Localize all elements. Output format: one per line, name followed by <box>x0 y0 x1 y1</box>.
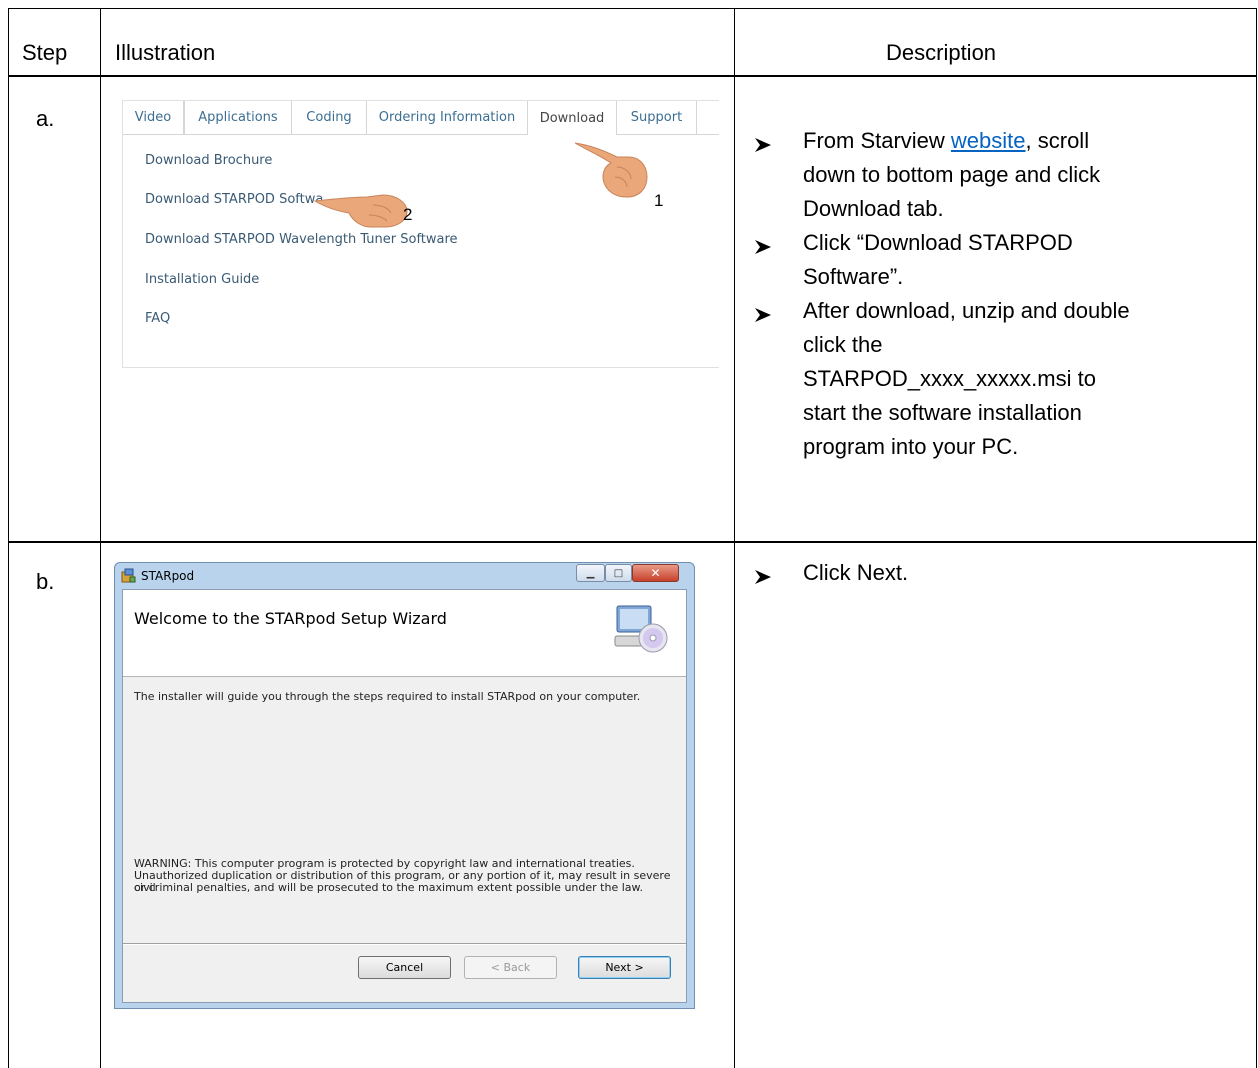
link-download-brochure[interactable]: Download Brochure <box>145 153 272 168</box>
link-download-wavelength-tuner[interactable]: Download STARPOD Wavelength Tuner Softwa… <box>145 232 458 247</box>
header-illustration: Illustration <box>115 40 216 65</box>
table-header-divider <box>8 75 1257 77</box>
bullet-1-line-3: Download tab. <box>803 196 944 221</box>
next-button[interactable]: Next > <box>578 956 671 979</box>
tab-download[interactable]: Download <box>527 101 617 135</box>
link-installation-guide[interactable]: Installation Guide <box>145 272 259 287</box>
description-a-bullet-1: From Starview website, scroll down to bo… <box>803 124 1100 226</box>
link-faq[interactable]: FAQ <box>145 311 170 326</box>
cancel-button[interactable]: Cancel <box>358 956 451 979</box>
website-screenshot: Video Applications Coding Ordering Infor… <box>122 100 719 368</box>
website-tab-bar: Video Applications Coding Ordering Infor… <box>123 101 719 135</box>
tab-bar-underline-left <box>123 134 527 135</box>
minimize-button[interactable]: ▁ <box>576 564 605 582</box>
bullet-3-line-3: STARPOD_xxxx_xxxxx.msi to <box>803 366 1096 391</box>
tab-support[interactable]: Support <box>616 101 697 135</box>
wizard-footer-separator <box>123 943 686 945</box>
tab-bar-underline-right <box>617 134 719 135</box>
bullet-3-line-4: start the software installation <box>803 400 1082 425</box>
bullet-arrow-icon <box>755 308 771 322</box>
pointing-hand-icon <box>574 142 648 198</box>
wizard-window-title: STARpod <box>141 569 195 583</box>
tab-applications[interactable]: Applications <box>184 101 292 135</box>
bullet-arrow-icon <box>755 240 771 254</box>
back-button[interactable]: < Back <box>464 956 557 979</box>
bullet-3-line-2: click the <box>803 332 883 357</box>
table-col-divider-1 <box>100 8 101 1068</box>
setup-wizard-window: STARpod ▁ □ ✕ Welcome to the STARpod Set… <box>114 562 695 1009</box>
header-step: Step <box>22 40 68 65</box>
step-label-b: b. <box>36 569 55 594</box>
computer-cd-icon <box>614 605 668 653</box>
bullet-2-line-1: Click “Download STARPOD <box>803 230 1073 255</box>
link-download-starpod-software[interactable]: Download STARPOD Softwa <box>145 192 323 207</box>
description-b-bullet-1: Click Next. <box>803 560 909 585</box>
website-link[interactable]: website <box>951 128 1026 153</box>
tab-video[interactable]: Video <box>123 101 184 135</box>
pointing-hand-icon <box>313 194 408 228</box>
wizard-heading: Welcome to the STARpod Setup Wizard <box>134 609 447 628</box>
bullet-2-line-2: Software”. <box>803 264 904 289</box>
table-border-left <box>8 8 9 1068</box>
bullet-1-suffix: , scroll <box>1025 128 1090 153</box>
bullet-1-prefix: From Starview <box>803 128 951 153</box>
description-a-bullet-2: Click “Download STARPOD Software”. <box>803 226 1073 294</box>
bullet-1-line-2: down to bottom page and click <box>803 162 1101 187</box>
wizard-client-area: Welcome to the STARpod Setup Wizard The … <box>122 589 687 1003</box>
table-row-divider <box>8 541 1257 543</box>
bullet-arrow-icon <box>755 138 771 152</box>
callout-number-1: 1 <box>654 191 664 210</box>
bullet-arrow-icon <box>755 570 771 584</box>
installer-app-icon <box>121 568 136 583</box>
maximize-button[interactable]: □ <box>605 564 632 582</box>
callout-number-2: 2 <box>403 205 413 224</box>
table-border-top <box>8 8 1257 9</box>
wizard-title-bar[interactable]: STARpod ▁ □ ✕ <box>115 563 694 589</box>
bullet-3-line-1: After download, unzip and double <box>803 298 1130 323</box>
wizard-warning-line-3: or criminal penalties, and will be prose… <box>134 881 643 894</box>
header-description: Description <box>886 40 997 65</box>
description-a-bullet-3: After download, unzip and double click t… <box>803 294 1130 464</box>
tab-ordering-information[interactable]: Ordering Information <box>366 101 528 135</box>
step-label-a: a. <box>36 106 55 131</box>
table-border-right <box>1256 8 1257 1068</box>
wizard-intro-text: The installer will guide you through the… <box>134 690 641 703</box>
close-button[interactable]: ✕ <box>632 564 679 582</box>
tab-coding[interactable]: Coding <box>291 101 367 135</box>
table-col-divider-2 <box>734 8 735 1068</box>
bullet-3-line-5: program into your PC. <box>803 434 1019 459</box>
wizard-header-panel: Welcome to the STARpod Setup Wizard <box>123 590 686 677</box>
